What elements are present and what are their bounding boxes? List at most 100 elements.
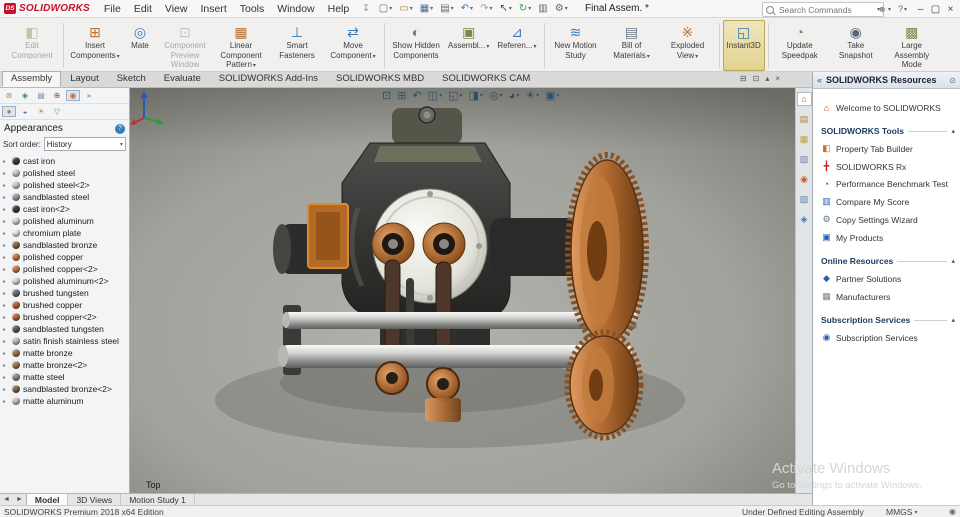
chevron-up-icon[interactable]: ▴ bbox=[951, 316, 955, 324]
appearance-item[interactable]: ▸ matte steel bbox=[0, 371, 129, 383]
appearance-item[interactable]: ▸ cast iron<2> bbox=[0, 203, 129, 215]
dropdown-caret-icon[interactable]: ▾ bbox=[451, 5, 454, 12]
tab-assembly[interactable]: Assembly bbox=[2, 71, 62, 87]
tab-3d-views[interactable]: 3D Views bbox=[68, 494, 122, 505]
partner-solutions-link[interactable]: ◆ Partner Solutions bbox=[821, 273, 955, 284]
compare-my-score-link[interactable]: ▥ Compare My Score bbox=[821, 196, 955, 207]
tab-motion-study-1[interactable]: Motion Study 1 bbox=[121, 494, 195, 505]
smart-fasteners-button[interactable]: ⊥ Smart Fasteners bbox=[269, 20, 325, 71]
view-scene-lights-icon[interactable]: ☀ bbox=[34, 106, 48, 117]
maximize-button[interactable]: ▢ bbox=[929, 4, 942, 15]
dropdown-caret-icon[interactable]: ▾ bbox=[534, 44, 537, 50]
expand-arrow-icon[interactable]: ▸ bbox=[3, 206, 9, 213]
print-icon[interactable]: ▤ ▾ bbox=[440, 3, 454, 14]
solidworks-resources-tab-icon[interactable]: ⌂ bbox=[796, 92, 812, 106]
dropdown-caret-icon[interactable]: ▾ bbox=[528, 5, 531, 12]
appearance-item[interactable]: ▸ polished steel bbox=[0, 167, 129, 179]
appearance-item[interactable]: ▸ sandblasted steel bbox=[0, 191, 129, 203]
expand-arrow-icon[interactable]: ▸ bbox=[3, 338, 9, 345]
view-orientation-icon[interactable]: ◱ ▾ bbox=[448, 89, 462, 102]
appearance-item[interactable]: ▸ satin finish stainless steel bbox=[0, 335, 129, 347]
expand-arrow-icon[interactable]: ▸ bbox=[3, 170, 9, 177]
expand-arrow-icon[interactable]: ▸ bbox=[3, 374, 9, 381]
expand-arrow-icon[interactable]: ▸ bbox=[3, 218, 9, 225]
expand-arrow-icon[interactable]: ▸ bbox=[3, 362, 9, 369]
dropdown-caret-icon[interactable]: ▾ bbox=[557, 92, 560, 99]
appearance-item[interactable]: ▸ polished steel<2> bbox=[0, 179, 129, 191]
undo-icon[interactable]: ↶ ▾ bbox=[461, 3, 473, 14]
menu-item[interactable]: View bbox=[165, 3, 188, 15]
dropdown-caret-icon[interactable]: ▾ bbox=[888, 6, 891, 13]
tab-solidworks-cam[interactable]: SOLIDWORKS CAM bbox=[433, 71, 539, 87]
dropdown-caret-icon[interactable]: ▾ bbox=[430, 5, 433, 12]
dropdown-caret-icon[interactable]: ▾ bbox=[459, 92, 462, 99]
dropdown-caret-icon[interactable]: ▾ bbox=[647, 54, 650, 60]
appearances-help-icon[interactable]: ? bbox=[115, 123, 125, 134]
dropdown-caret-icon[interactable]: ▾ bbox=[486, 44, 489, 50]
scene-icon[interactable]: ☀ ▾ bbox=[525, 89, 539, 102]
dropdown-caret-icon[interactable]: ▾ bbox=[410, 5, 413, 12]
tab-solidworks-mbd[interactable]: SOLIDWORKS MBD bbox=[327, 71, 433, 87]
configurationmanager-tab-icon[interactable]: ▤ bbox=[34, 90, 48, 101]
subscription-services-link[interactable]: ◉ Subscription Services bbox=[821, 332, 955, 343]
appearance-item[interactable]: ▸ brushed copper<2> bbox=[0, 311, 129, 323]
menu-item[interactable]: File bbox=[104, 3, 121, 15]
graphics-area[interactable]: ⊡ ⊞ ↶ ◫ ▾ ◱ ▾ ◨ ▾ ◎ ▾ ◕ ▾ ☀ ▾ ▣ ▾ Top bbox=[130, 88, 795, 493]
property-tab-builder-link[interactable]: ◧ Property Tab Builder bbox=[821, 143, 955, 154]
appearance-item[interactable]: ▸ cast iron bbox=[0, 155, 129, 167]
component-preview-window-button[interactable]: ⊡ Component Preview Window bbox=[157, 20, 213, 71]
displaymanager-tab-icon[interactable]: ◉ bbox=[66, 90, 80, 101]
tab-scroll-left-icon[interactable]: ◄ bbox=[0, 496, 13, 503]
dropdown-caret-icon[interactable]: ▾ bbox=[904, 6, 907, 13]
dropdown-caret-icon[interactable]: ▾ bbox=[509, 5, 512, 12]
dropdown-caret-icon[interactable]: ▾ bbox=[373, 54, 376, 60]
filter-icon[interactable]: ▽ bbox=[50, 106, 64, 117]
zoom-fit-icon[interactable]: ⊡ bbox=[382, 89, 391, 102]
show-display-pane-icon[interactable]: ⊟ bbox=[740, 74, 747, 83]
search-input[interactable] bbox=[777, 3, 874, 16]
close-button[interactable]: × bbox=[944, 4, 957, 15]
new-document-icon[interactable]: ▢ ▾ bbox=[379, 3, 392, 14]
expand-arrow-icon[interactable]: ▸ bbox=[3, 386, 9, 393]
instant3d-button[interactable]: ◱ Instant3D bbox=[722, 20, 765, 71]
dropdown-caret-icon[interactable]: ▾ bbox=[389, 5, 392, 12]
move-component-button[interactable]: ⇄ Move Component▾ bbox=[325, 20, 381, 71]
view-decals-icon[interactable]: ◒ bbox=[18, 106, 32, 117]
featuremanager-tree-tab-icon[interactable]: ⊛ bbox=[2, 90, 16, 101]
performance-benchmark-test-link[interactable]: ◔ Performance Benchmark Test bbox=[821, 179, 955, 189]
expand-arrow-icon[interactable]: ▸ bbox=[3, 278, 9, 285]
appearances-scenes-tab-icon[interactable]: ◉ bbox=[797, 172, 812, 186]
design-library-tab-icon[interactable]: ▤ bbox=[797, 112, 812, 126]
dropdown-caret-icon[interactable]: ▾ bbox=[480, 92, 483, 99]
dropdown-caret-icon[interactable]: ▾ bbox=[536, 92, 539, 99]
my-products-link[interactable]: ▣ My Products bbox=[821, 232, 955, 243]
file-explorer-tab-icon[interactable]: ▦ bbox=[797, 132, 812, 146]
menu-item[interactable]: Edit bbox=[134, 3, 152, 15]
large-assembly-mode-button[interactable]: ▩ Large Assembly Mode bbox=[884, 20, 940, 71]
appearance-item[interactable]: ▸ matte bronze bbox=[0, 347, 129, 359]
exploded-view-button[interactable]: ※ Exploded View▾ bbox=[660, 20, 716, 71]
menubar-pin-icon[interactable]: ↧ bbox=[362, 3, 370, 14]
pin-icon[interactable]: ⊙ bbox=[949, 76, 956, 85]
menu-item[interactable]: Tools bbox=[240, 3, 265, 15]
section-subscription-services[interactable]: Subscription Services ▴ bbox=[821, 315, 955, 325]
tab-scroll-right-icon[interactable]: ► bbox=[13, 496, 26, 503]
appearance-item[interactable]: ▸ sandblasted tungsten bbox=[0, 323, 129, 335]
dimxpertmanager-tab-icon[interactable]: ⊕ bbox=[50, 90, 64, 101]
edit-component-button[interactable]: ◧ Edit Component bbox=[4, 20, 60, 71]
view-settings-icon[interactable]: ▣ ▾ bbox=[545, 89, 559, 102]
view-appearances-icon[interactable]: ● bbox=[2, 106, 16, 117]
appearance-item[interactable]: ▸ chromium plate bbox=[0, 227, 129, 239]
copy-settings-wizard-link[interactable]: ⚙ Copy Settings Wizard bbox=[821, 214, 955, 225]
menu-item[interactable]: Help bbox=[328, 3, 350, 15]
new-motion-study-button[interactable]: ≋ New Motion Study bbox=[548, 20, 604, 71]
take-snapshot-button[interactable]: ◉ Take Snapshot bbox=[828, 20, 884, 71]
tab-layout[interactable]: Layout bbox=[61, 71, 108, 87]
collapse-ribbon-icon[interactable]: ▴ bbox=[765, 74, 769, 83]
help-icon[interactable]: ? ▾ bbox=[898, 4, 907, 14]
tab-sketch[interactable]: Sketch bbox=[108, 71, 155, 87]
tab-solidworks-add-ins[interactable]: SOLIDWORKS Add-Ins bbox=[210, 71, 327, 87]
file-properties-icon[interactable]: ▥ bbox=[538, 3, 547, 14]
appearance-item[interactable]: ▸ brushed copper bbox=[0, 299, 129, 311]
mate-button[interactable]: ◎ Mate bbox=[123, 20, 157, 71]
